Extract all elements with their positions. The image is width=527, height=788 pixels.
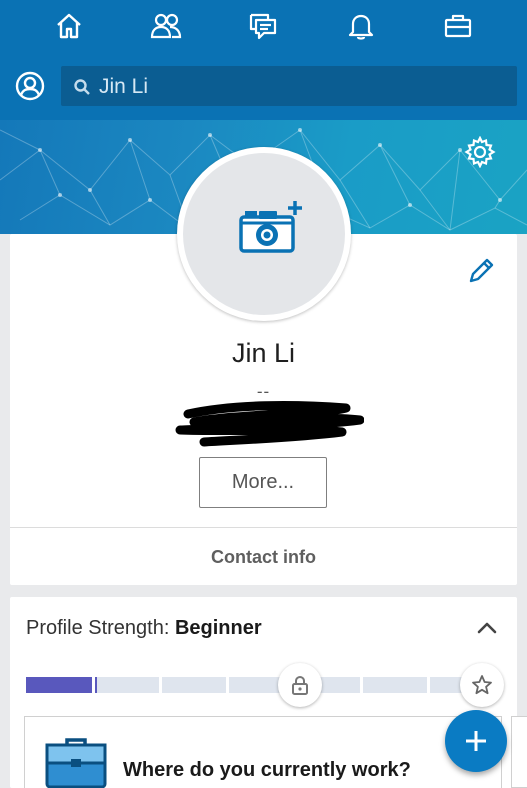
lock-milestone-icon[interactable] bbox=[278, 663, 322, 707]
messaging-icon[interactable] bbox=[239, 4, 287, 48]
profile-strength-card: Profile Strength: Beginner Where do you … bbox=[10, 597, 517, 788]
profile-strength-meter bbox=[26, 677, 496, 693]
profile-strength-level: Beginner bbox=[174, 617, 262, 639]
meter-segment-gap bbox=[158, 677, 162, 693]
meter-segment-gap bbox=[427, 677, 431, 693]
gear-icon[interactable] bbox=[464, 135, 496, 169]
more-button[interactable]: More... bbox=[199, 457, 327, 508]
home-icon[interactable] bbox=[45, 4, 93, 48]
profile-name: Jin Li bbox=[231, 338, 296, 368]
contact-info-link[interactable]: Contact info bbox=[10, 547, 517, 568]
search-bar-row: Jin Li bbox=[0, 52, 527, 120]
jobs-icon[interactable] bbox=[434, 4, 482, 48]
divider bbox=[10, 527, 517, 528]
profile-photo-circle bbox=[183, 153, 345, 315]
work-question: Where do you currently work? bbox=[123, 759, 411, 781]
profile-photo-placeholder[interactable] bbox=[177, 147, 351, 321]
profile-avatar-icon[interactable] bbox=[14, 70, 46, 102]
redacted-text-scribble bbox=[174, 400, 365, 448]
profile-headline: -- bbox=[256, 382, 271, 401]
my-network-icon[interactable] bbox=[142, 4, 190, 48]
notifications-icon[interactable] bbox=[337, 4, 385, 48]
search-input[interactable]: Jin Li bbox=[61, 66, 517, 106]
profile-strength-prefix: Profile Strength: bbox=[26, 617, 175, 639]
add-photo-camera-icon bbox=[235, 199, 305, 259]
meter-segment-gap bbox=[91, 677, 95, 693]
chevron-up-icon[interactable] bbox=[476, 617, 498, 639]
meter-fill bbox=[26, 677, 97, 693]
briefcase-icon bbox=[45, 737, 107, 788]
meter-segment-gap bbox=[225, 677, 229, 693]
next-prompt-card-edge[interactable] bbox=[511, 716, 527, 788]
plus-icon bbox=[466, 731, 486, 751]
top-nav-bar bbox=[0, 0, 527, 52]
profile-strength-label: Profile Strength: Beginner bbox=[26, 617, 262, 640]
current-work-prompt[interactable]: Where do you currently work? bbox=[24, 716, 502, 788]
star-milestone-icon[interactable] bbox=[460, 663, 504, 707]
meter-segment-gap bbox=[360, 677, 364, 693]
search-icon bbox=[73, 78, 91, 96]
search-query-text: Jin Li bbox=[99, 75, 149, 98]
edit-pencil-icon[interactable] bbox=[466, 256, 496, 286]
floating-add-button[interactable] bbox=[445, 710, 507, 772]
meter-track bbox=[26, 677, 496, 693]
